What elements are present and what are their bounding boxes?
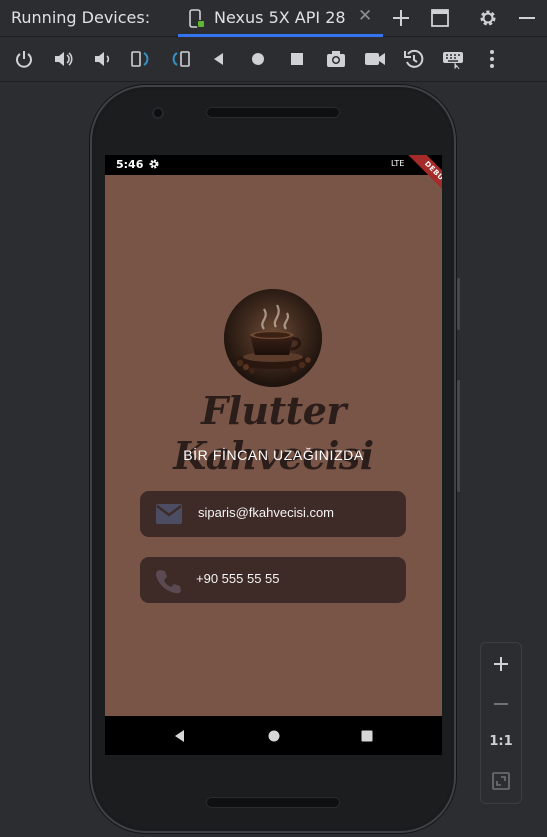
phone-card[interactable]: +90 555 55 55: [140, 557, 406, 603]
phone-text: +90 555 55 55: [196, 571, 280, 586]
status-bar: 5:46 LTE: [105, 155, 442, 175]
android-nav-bar: [105, 716, 442, 755]
nav-home-icon[interactable]: [267, 728, 281, 747]
tab-nexus-5x[interactable]: Nexus 5X API 28 ✕: [178, 0, 383, 37]
device-icon: [188, 9, 206, 33]
front-camera: [154, 109, 162, 117]
rotate-left-icon[interactable]: [130, 48, 152, 70]
settings-icon[interactable]: [477, 7, 499, 29]
device-screen[interactable]: 5:46 LTE DEBUG Flutter Kahvecisi BİR FİN…: [105, 155, 442, 755]
home-icon[interactable]: [247, 48, 269, 70]
close-tab-icon[interactable]: ✕: [358, 6, 372, 26]
fit-screen-icon[interactable]: [481, 771, 521, 795]
add-icon[interactable]: [390, 7, 412, 29]
window-icon[interactable]: [429, 7, 451, 29]
app-title: Flutter Kahvecisi: [173, 388, 374, 478]
bottom-speaker: [206, 797, 340, 808]
zoom-controls: 1:1: [480, 642, 522, 804]
nav-overview-icon[interactable]: [360, 728, 374, 747]
network-type: LTE: [391, 159, 405, 168]
tool-window-header: Running Devices: Nexus 5X API 28 ✕: [0, 0, 547, 37]
keyboard-icon[interactable]: [442, 48, 464, 70]
volume-up-icon[interactable]: [52, 48, 74, 70]
volume-down-icon[interactable]: [91, 48, 113, 70]
screen-record-icon[interactable]: [364, 48, 386, 70]
coffee-cup-avatar: [224, 289, 322, 387]
device-toolbar: [0, 37, 547, 82]
app-subtitle: BİR FİNCAN UZAĞINIZDA: [183, 447, 364, 463]
volume-rocker[interactable]: [457, 380, 460, 492]
settings-notification-icon: [148, 158, 160, 173]
screenshot-icon[interactable]: [325, 48, 347, 70]
status-time: 5:46: [116, 158, 144, 171]
snapshot-icon[interactable]: [403, 48, 425, 70]
nav-back-icon[interactable]: [173, 728, 187, 747]
zoom-in-icon[interactable]: [481, 655, 521, 677]
tab-label: Nexus 5X API 28: [214, 8, 346, 27]
zoom-out-icon[interactable]: [481, 695, 521, 717]
overview-icon[interactable]: [286, 48, 308, 70]
actual-size-button[interactable]: 1:1: [481, 734, 521, 749]
tool-window-title: Running Devices:: [11, 8, 151, 27]
rotate-right-icon[interactable]: [169, 48, 191, 70]
email-text: siparis@fkahvecisi.com: [198, 505, 335, 520]
phone-icon: [155, 568, 181, 598]
minimize-icon[interactable]: [516, 7, 538, 29]
top-speaker: [206, 107, 340, 118]
power-icon[interactable]: [13, 48, 35, 70]
email-card[interactable]: siparis@fkahvecisi.com: [140, 491, 406, 537]
power-button[interactable]: [457, 278, 460, 330]
back-icon[interactable]: [208, 48, 230, 70]
mail-icon: [155, 502, 183, 530]
more-icon[interactable]: [481, 48, 503, 70]
